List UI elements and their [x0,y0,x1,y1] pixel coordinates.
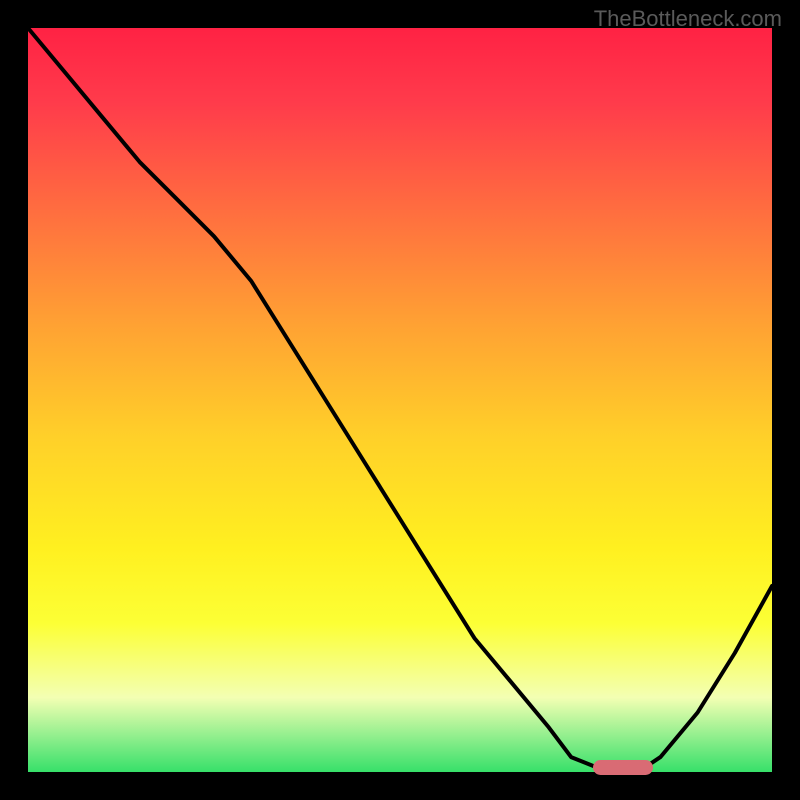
optimum-marker [593,760,653,775]
watermark-text: TheBottleneck.com [594,6,782,32]
bottleneck-curve-svg [28,28,772,772]
chart-plot-area [28,28,772,772]
bottleneck-curve-path [28,28,772,772]
